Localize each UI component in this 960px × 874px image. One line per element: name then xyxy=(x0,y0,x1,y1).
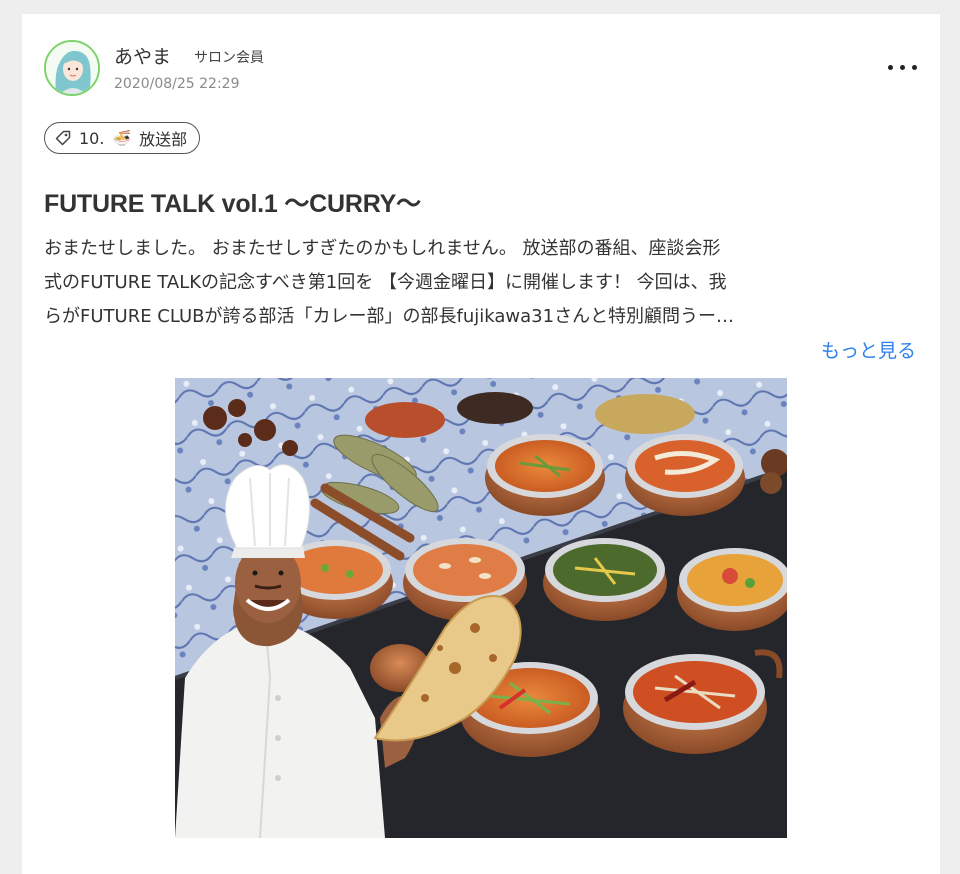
post-title[interactable]: FUTURE TALK vol.1 〜CURRY〜 xyxy=(44,184,421,220)
tag-icon xyxy=(55,130,71,146)
category-tag[interactable]: 10. 🍜 放送部 xyxy=(44,122,201,154)
post-body-line: おまたせしました。 おまたせしすぎたのかもしれません。 放送部の番組、座談会形 xyxy=(44,238,721,259)
noodle-bowl-icon: 🍜 xyxy=(112,129,132,147)
post-body-line: らがFUTURE CLUBが誇る部活「カレー部」の部長fujikawa31さんと… xyxy=(44,306,735,327)
author-name[interactable]: あやま xyxy=(114,42,171,69)
post-body-line: 式のFUTURE TALKの記念すべき第1回を 【今週金曜日】に開催します！ 今… xyxy=(44,272,727,293)
see-more-link[interactable]: もっと見る xyxy=(821,336,916,363)
user-avatar[interactable] xyxy=(44,40,100,96)
author-role: サロン会員 xyxy=(194,50,264,66)
curry-photo xyxy=(175,378,787,838)
post-date: 2020/08/25 22:29 xyxy=(114,76,240,92)
post-body: おまたせしました。 おまたせしすぎたのかもしれません。 放送部の番組、座談会形 … xyxy=(44,232,922,334)
tag-prefix: 10. xyxy=(79,128,105,148)
more-options-button[interactable] xyxy=(880,52,926,82)
user-avatar-illustration xyxy=(46,42,98,94)
post-card: あやま サロン会員 2020/08/25 22:29 10. 🍜 放送部 FUT… xyxy=(22,14,940,874)
post-image[interactable] xyxy=(175,378,787,838)
tag-label: 放送部 xyxy=(139,130,188,149)
